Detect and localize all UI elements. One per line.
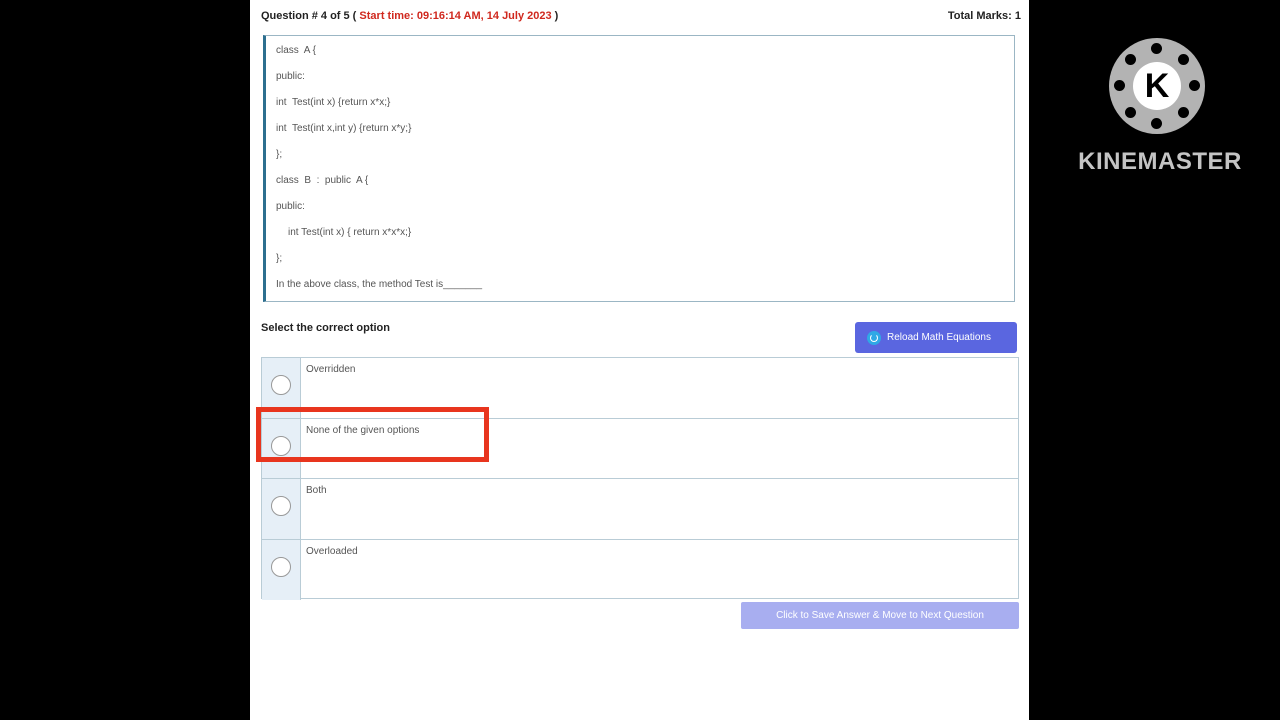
option-radio[interactable] xyxy=(271,556,291,577)
select-option-label: Select the correct option xyxy=(261,322,390,334)
option-row[interactable]: Overloaded xyxy=(262,539,1018,600)
option-label: Overloaded xyxy=(306,545,358,557)
kinemaster-text: KINEMASTER xyxy=(1078,148,1242,175)
reload-math-button[interactable]: Reload Math Equations xyxy=(855,322,1017,353)
code-line: class A { xyxy=(276,45,317,56)
question-number: Question # 4 of 5 ( xyxy=(261,10,357,22)
code-line: }; xyxy=(276,149,283,160)
quiz-page: Question # 4 of 5 ( Start time: 09:16:14… xyxy=(250,0,1029,720)
reload-button-label: Reload Math Equations xyxy=(887,332,991,343)
code-line: int Test(int x) {return x*x;} xyxy=(276,97,391,108)
reload-icon xyxy=(867,330,881,345)
code-line: int Test(int x,int y) {return x*y;} xyxy=(276,123,412,134)
kinemaster-watermark: K KINEMASTER xyxy=(1075,38,1245,178)
question-box: class A { public: int Test(int x) {retur… xyxy=(263,35,1015,302)
option-radio[interactable] xyxy=(271,375,291,395)
question-prompt: In the above class, the method Test is__… xyxy=(276,279,483,290)
code-line: int Test(int x) { return x*x*x;} xyxy=(288,227,412,238)
question-header: Question # 4 of 5 ( Start time: 09:16:14… xyxy=(261,10,1021,26)
option-label: Overridden xyxy=(306,364,356,375)
code-line: public: xyxy=(276,71,305,82)
highlight-box xyxy=(256,407,489,462)
kinemaster-logo-icon: K xyxy=(1109,38,1205,134)
code-line: }; xyxy=(276,253,283,264)
option-label: Both xyxy=(306,485,327,496)
code-line: public: xyxy=(276,201,305,212)
option-radio[interactable] xyxy=(271,496,291,516)
question-number-close: ) xyxy=(554,10,559,22)
save-next-button[interactable]: Click to Save Answer & Move to Next Ques… xyxy=(741,602,1019,629)
total-marks: Total Marks: 1 xyxy=(947,10,1021,22)
option-row[interactable]: Both xyxy=(262,479,1018,540)
options-list: Overridden None of the given options Bot… xyxy=(261,357,1019,600)
code-line: class B : public A { xyxy=(276,175,369,186)
start-time: Start time: 09:16:14 AM, 14 July 2023 xyxy=(359,10,552,22)
